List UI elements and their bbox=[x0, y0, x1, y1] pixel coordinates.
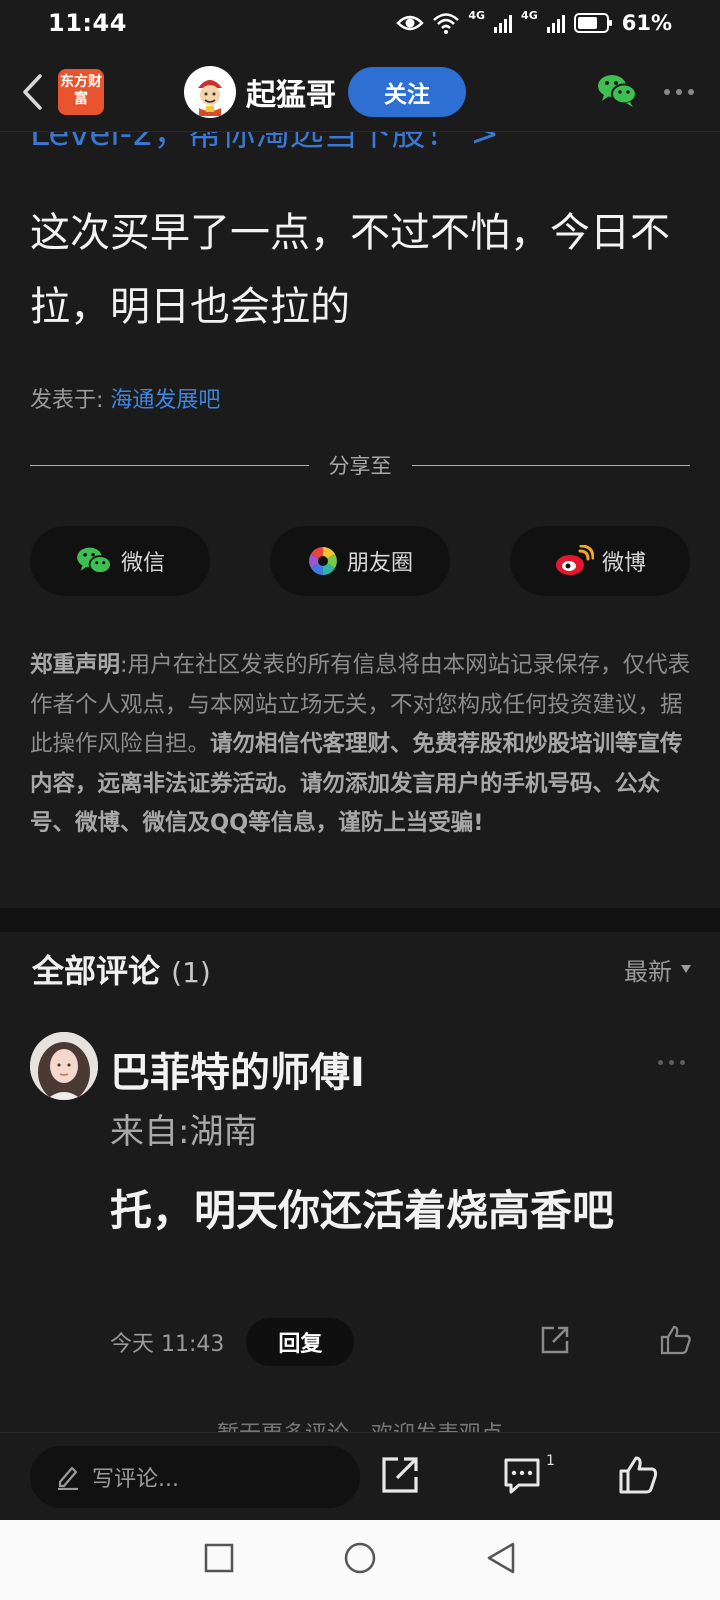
pencil-icon bbox=[58, 1466, 78, 1490]
share-divider: 分享至 bbox=[30, 450, 690, 480]
stock-bar-link[interactable]: 海通发展吧 bbox=[110, 388, 220, 413]
comments-header: 全部评论 (1) 最新 bbox=[32, 946, 692, 992]
comment-time: 今天 11:43 bbox=[110, 1332, 225, 1357]
status-bar: 11:44 4G 4G 61% bbox=[0, 0, 720, 46]
share-wechat-label: 微信 bbox=[120, 551, 165, 576]
wifi-icon bbox=[433, 13, 460, 34]
author-avatar[interactable] bbox=[184, 65, 236, 118]
comment-text: 托，明天你还活着烧高香吧 bbox=[110, 1186, 615, 1235]
recents-icon[interactable] bbox=[204, 1543, 234, 1577]
weibo-icon bbox=[555, 545, 594, 575]
battery-percent: 61% bbox=[621, 11, 672, 35]
disclaimer-title: 郑重声明 bbox=[30, 652, 121, 678]
comment-share-icon[interactable] bbox=[540, 1325, 570, 1359]
nav-back-icon[interactable] bbox=[486, 1542, 516, 1578]
divider-line bbox=[30, 464, 309, 466]
wechat-icon[interactable] bbox=[596, 72, 638, 112]
back-icon[interactable] bbox=[12, 67, 52, 117]
brand-logo[interactable]: 东方财富 bbox=[58, 68, 104, 115]
posted-in-label: 发表于: bbox=[30, 388, 104, 413]
signal-icon-2 bbox=[546, 15, 565, 33]
status-time: 11:44 bbox=[48, 9, 127, 37]
disclaimer: 郑重声明:用户在社区发表的所有信息将由本网站记录保存，仅代表作者个人观点，与本网… bbox=[30, 646, 692, 844]
share-wechat-button[interactable]: 微信 bbox=[30, 526, 210, 596]
network-type-2: 4G bbox=[521, 8, 538, 22]
follow-button[interactable]: 关注 bbox=[348, 66, 466, 117]
sort-label: 最新 bbox=[624, 957, 672, 986]
comment-icon[interactable] bbox=[502, 1455, 542, 1499]
share-title: 分享至 bbox=[328, 454, 392, 478]
share-icon[interactable] bbox=[380, 1455, 420, 1499]
more-icon[interactable] bbox=[664, 88, 694, 95]
share-moments-button[interactable]: 朋友圈 bbox=[270, 526, 450, 596]
comments-count: (1) bbox=[171, 956, 211, 989]
battery-icon bbox=[573, 13, 612, 33]
share-weibo-label: 微博 bbox=[601, 551, 646, 576]
section-divider bbox=[0, 908, 720, 932]
commenter-avatar[interactable] bbox=[30, 1032, 98, 1100]
posted-in: 发表于: 海通发展吧 bbox=[30, 382, 220, 414]
top-nav: 东方财富 起猛哥 关注 bbox=[0, 52, 720, 132]
share-moments-label: 朋友圈 bbox=[346, 551, 413, 576]
author-name[interactable]: 起猛哥 bbox=[246, 70, 336, 114]
post-body: 这次买早了一点，不过不怕，今日不拉，明日也会拉的 bbox=[30, 210, 670, 330]
android-nav-bar bbox=[0, 1520, 720, 1600]
comment-input-placeholder: 写评论... bbox=[92, 1466, 179, 1492]
disclaimer-colon: : bbox=[120, 652, 128, 678]
bottom-action-bar: 写评论... 1 bbox=[0, 1432, 720, 1520]
comment-count-badge: 1 bbox=[546, 1453, 555, 1469]
comment-like-icon[interactable] bbox=[660, 1325, 692, 1359]
commenter-name[interactable]: 巴菲特的师傅I bbox=[110, 1040, 365, 1098]
reply-button[interactable]: 回复 bbox=[246, 1318, 355, 1366]
comments-title-text: 全部评论 bbox=[32, 952, 161, 990]
sort-select[interactable]: 最新 bbox=[624, 952, 692, 987]
comments-title: 全部评论 (1) bbox=[32, 946, 211, 992]
comment-location: 来自:湖南 bbox=[110, 1112, 258, 1152]
comment-more-icon[interactable] bbox=[658, 1060, 685, 1065]
like-icon[interactable] bbox=[618, 1455, 658, 1499]
share-row: 微信 朋友圈 微博 bbox=[30, 526, 690, 596]
wechat-icon bbox=[77, 547, 112, 574]
caret-down-icon bbox=[681, 965, 691, 973]
home-icon[interactable] bbox=[343, 1541, 377, 1579]
network-type-1: 4G bbox=[468, 8, 486, 22]
divider-line bbox=[411, 464, 690, 466]
eye-icon bbox=[396, 15, 425, 31]
share-weibo-button[interactable]: 微博 bbox=[510, 526, 690, 596]
comment-meta: 今天 11:43 回复 bbox=[110, 1318, 692, 1366]
status-icons: 4G 4G 61% bbox=[396, 8, 672, 35]
comment-input[interactable]: 写评论... bbox=[30, 1445, 360, 1508]
signal-icon-1 bbox=[494, 15, 513, 33]
moments-icon bbox=[309, 547, 337, 575]
